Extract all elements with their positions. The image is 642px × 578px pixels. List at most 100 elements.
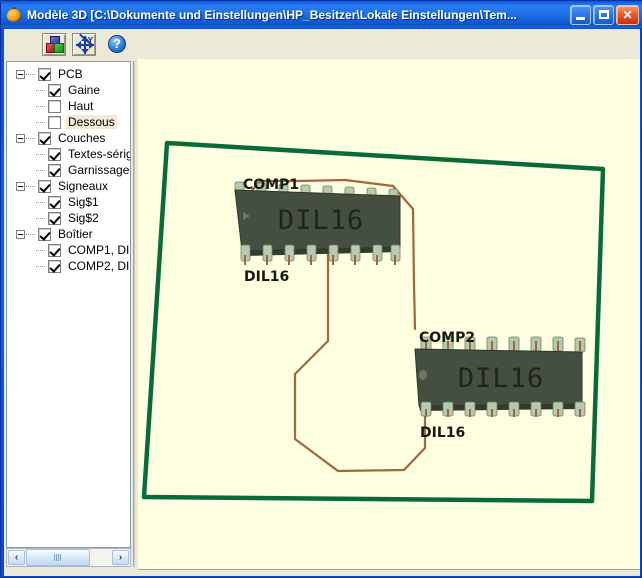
axes-button[interactable]: Y [72, 32, 96, 56]
chevron-left-icon: ‹ [14, 552, 19, 563]
comp2-silk-label: DIL16 [420, 425, 465, 441]
toolbar: Y ? [4, 29, 640, 60]
tree-connector [36, 265, 46, 267]
tree-checkbox[interactable] [48, 259, 61, 273]
tree-root: PCB Gaine Haut Dessous Couches Textes-sérigr G… [7, 62, 130, 274]
tree-checkbox[interactable] [48, 243, 61, 257]
comp1-reference-label: COMP1 [243, 177, 299, 193]
tree-checkbox[interactable] [48, 99, 61, 113]
scroll-right-button[interactable]: › [112, 550, 129, 565]
pcb-3d-scene: DIL16 COMP1 DIL16 DIL16 COMP2 DIL16 [138, 59, 640, 569]
tree-item-label: Sig$1 [68, 195, 99, 209]
tree-item-label: Haut [68, 99, 94, 113]
tree-connector [36, 105, 46, 107]
tree-connector [36, 89, 46, 91]
tree-expander-icon[interactable] [16, 133, 25, 143]
tree-checkbox[interactable] [38, 227, 51, 241]
tree-checkbox[interactable] [38, 67, 51, 81]
tree-checkbox[interactable] [38, 131, 51, 145]
maximize-button[interactable] [593, 4, 614, 25]
close-icon: ✕ [622, 7, 633, 22]
sphere-icon [6, 6, 22, 23]
tree-checkbox[interactable] [48, 115, 61, 129]
tree-item-sig-2[interactable]: Sig$2 [7, 210, 130, 226]
tree-checkbox[interactable] [38, 179, 51, 193]
tree-checkbox[interactable] [48, 211, 61, 225]
minimize-icon [576, 16, 585, 20]
thumb-grip-icon [54, 554, 62, 561]
window-controls: ✕ [568, 4, 639, 25]
tree-item-sig-1[interactable]: Sig$1 [7, 194, 130, 210]
close-button[interactable]: ✕ [616, 4, 639, 25]
tree-item-label: Couches [58, 131, 106, 145]
tree-connector [36, 153, 46, 155]
app-window: Modèle 3D [C:\Dokumente und Einstellunge… [0, 0, 642, 578]
tree-checkbox[interactable] [48, 147, 61, 161]
axes-letter: Y [87, 35, 93, 45]
tree-item-label: Textes-sérigr [68, 147, 131, 161]
tree-expander-icon[interactable] [16, 181, 25, 191]
tree-item-label: Signeaux [58, 179, 109, 193]
help-glyph: ? [113, 36, 121, 51]
tree-item-label: Boîtier [58, 227, 93, 241]
tree-horizontal-scrollbar[interactable]: ‹ › [6, 548, 131, 567]
tree-item-garnissage[interactable]: Garnissage [7, 162, 130, 178]
object-tree-panel[interactable]: PCB Gaine Haut Dessous Couches Textes-sérigr G… [6, 61, 131, 548]
tree-connector [26, 233, 36, 235]
chevron-right-icon: › [118, 552, 123, 563]
scrollbar-thumb[interactable] [26, 549, 90, 566]
tree-connector [36, 201, 46, 203]
scrollbar-track[interactable] [90, 550, 111, 565]
comp2-body-label: DIL16 [458, 363, 544, 394]
tree-item-signeaux[interactable]: Signeaux [7, 178, 130, 194]
tree-item-comp2-dil[interactable]: COMP2, DIL [7, 258, 130, 274]
tree-item-pcb[interactable]: PCB [7, 66, 130, 82]
minimize-button[interactable] [570, 4, 591, 25]
tree-checkbox[interactable] [48, 163, 61, 177]
title-bar[interactable]: Modèle 3D [C:\Dokumente und Einstellunge… [1, 1, 642, 28]
tree-connector [36, 169, 46, 171]
tree-expander-icon[interactable] [16, 69, 25, 79]
maximize-icon [599, 9, 609, 19]
pcb-3d-viewport[interactable]: DIL16 COMP1 DIL16 DIL16 COMP2 DIL16 [138, 59, 640, 569]
colored-cubes-icon [46, 35, 64, 54]
tree-connector [26, 185, 36, 187]
tree-checkbox[interactable] [48, 83, 61, 97]
tree-connector [36, 121, 46, 123]
render-3d-button[interactable] [42, 32, 66, 56]
comp2-reference-label: COMP2 [419, 330, 475, 346]
tree-item-label: Dessous [66, 115, 117, 129]
tree-item-bo-tier[interactable]: Boîtier [7, 226, 130, 242]
tree-item-comp1-dil[interactable]: COMP1, DIL [7, 242, 130, 258]
tree-connector [36, 249, 46, 251]
comp1-silk-label: DIL16 [244, 269, 289, 285]
tree-connector [36, 217, 46, 219]
tree-item-label: Gaine [68, 83, 101, 97]
tree-item-haut[interactable]: Haut [7, 98, 130, 114]
tree-item-label: COMP2, DIL [68, 259, 131, 273]
tree-connector [26, 73, 36, 75]
tree-checkbox[interactable] [48, 195, 61, 209]
tree-item-textes-s-rigr[interactable]: Textes-sérigr [7, 146, 130, 162]
tree-item-gaine[interactable]: Gaine [7, 82, 130, 98]
axes-arrows-icon: Y [76, 33, 94, 54]
help-button[interactable]: ? [108, 35, 126, 53]
tree-item-label: Sig$2 [68, 211, 99, 225]
tree-item-dessous[interactable]: Dessous [7, 114, 130, 130]
scroll-left-button[interactable]: ‹ [8, 550, 25, 565]
comp2-pin1-marker [419, 370, 427, 380]
tree-item-couches[interactable]: Couches [7, 130, 130, 146]
comp1-body-label: DIL16 [278, 205, 364, 236]
tree-expander-icon[interactable] [16, 229, 25, 239]
tree-item-label: PCB [58, 67, 83, 81]
window-title: Modèle 3D [C:\Dokumente und Einstellunge… [27, 7, 517, 22]
window-bottom-frame [4, 573, 640, 576]
